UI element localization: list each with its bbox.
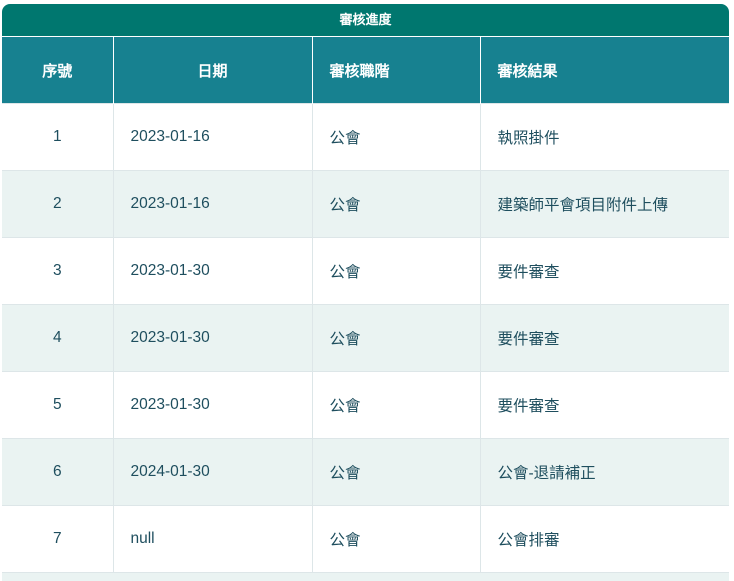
- review-table: 序號 日期 審核職階 審核結果 1 2023-01-16 公會 執照掛件 2 2023-0…: [2, 37, 729, 572]
- cell-no: 6: [2, 438, 113, 506]
- cell-date: null: [112, 505, 312, 572]
- table-row: 3 2023-01-30 公會 要件審查: [2, 237, 729, 305]
- cell-date: 2023-01-30: [112, 304, 312, 372]
- col-header-no: 序號: [2, 37, 113, 104]
- review-progress-panel: 審核進度 序號 日期 審核職階 審核結果 1 2023-01-16 公會 執照掛件 2 2…: [2, 4, 729, 581]
- cell-date: 2023-01-16: [112, 170, 312, 238]
- cell-no: 2: [2, 170, 113, 238]
- table-row: 7 null 公會 公會排審: [2, 505, 729, 572]
- cell-date: 2023-01-16: [112, 103, 312, 171]
- table-row: 2 2023-01-16 公會 建築師平會項目附件上傳: [2, 170, 729, 238]
- col-header-date: 日期: [112, 37, 312, 104]
- cell-level: 公會: [311, 103, 480, 171]
- table-row: 4 2023-01-30 公會 要件審查: [2, 304, 729, 372]
- cell-result: 建築師平會項目附件上傳: [479, 170, 729, 238]
- cell-result: 公會-退請補正: [479, 438, 729, 506]
- cell-no: 5: [2, 371, 113, 439]
- cell-no: 4: [2, 304, 113, 372]
- table-row: 1 2023-01-16 公會 執照掛件: [2, 103, 729, 171]
- cell-level: 公會: [311, 237, 480, 305]
- panel-title: 審核進度: [2, 4, 729, 37]
- table-row: 5 2023-01-30 公會 要件審查: [2, 371, 729, 439]
- table-row: 6 2024-01-30 公會 公會-退請補正: [2, 438, 729, 506]
- col-header-level: 審核職階: [311, 37, 480, 104]
- col-header-result: 審核結果: [479, 37, 729, 104]
- cell-date: 2023-01-30: [112, 237, 312, 305]
- cell-date: 2024-01-30: [112, 438, 312, 506]
- cell-no: 7: [2, 505, 113, 572]
- cell-level: 公會: [311, 170, 480, 238]
- cell-no: 1: [2, 103, 113, 171]
- cell-level: 公會: [311, 371, 480, 439]
- cell-no: 3: [2, 237, 113, 305]
- cell-level: 公會: [311, 304, 480, 372]
- cell-result: 要件審查: [479, 371, 729, 439]
- header-row: 序號 日期 審核職階 審核結果: [2, 37, 729, 104]
- cell-level: 公會: [311, 438, 480, 506]
- cell-result: 執照掛件: [479, 103, 729, 171]
- cell-level: 公會: [311, 505, 480, 572]
- cell-date: 2023-01-30: [112, 371, 312, 439]
- cell-result: 要件審查: [479, 304, 729, 372]
- cell-result: 公會排審: [479, 505, 729, 572]
- cell-result: 要件審查: [479, 237, 729, 305]
